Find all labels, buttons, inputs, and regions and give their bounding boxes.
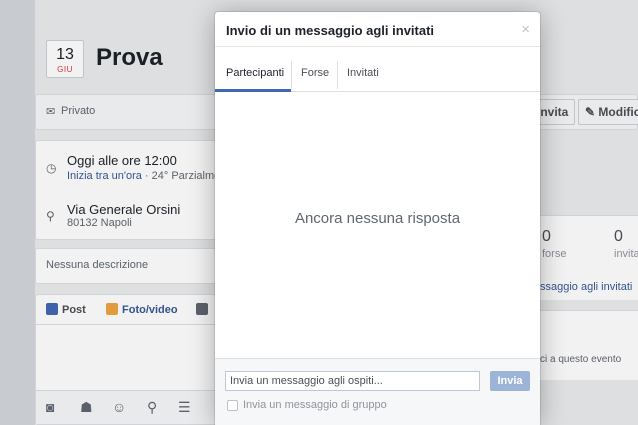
tab-maybe[interactable]: Forse bbox=[301, 67, 329, 79]
dialog-header: Invio di un messaggio agli invitati × bbox=[215, 12, 540, 47]
close-icon[interactable]: × bbox=[521, 21, 530, 38]
message-input[interactable] bbox=[225, 371, 480, 391]
dialog-tabs: Partecipanti Forse Invitati bbox=[215, 47, 540, 92]
active-tab-indicator bbox=[215, 89, 291, 92]
empty-state-text: Ancora nessuna risposta bbox=[294, 210, 461, 227]
tab-participants[interactable]: Partecipanti bbox=[226, 67, 284, 79]
dialog-footer: Invia Invia un messaggio di gruppo bbox=[215, 358, 540, 425]
tab-separator bbox=[337, 61, 338, 89]
group-message-label[interactable]: Invia un messaggio di gruppo bbox=[243, 399, 387, 411]
group-message-checkbox[interactable] bbox=[227, 400, 238, 411]
tab-invited[interactable]: Invitati bbox=[347, 67, 379, 79]
send-button[interactable]: Invia bbox=[490, 371, 530, 391]
dialog-title: Invio di un messaggio agli invitati bbox=[226, 23, 435, 38]
message-guests-dialog: Invio di un messaggio agli invitati × Pa… bbox=[215, 12, 540, 425]
tab-separator bbox=[291, 61, 292, 89]
